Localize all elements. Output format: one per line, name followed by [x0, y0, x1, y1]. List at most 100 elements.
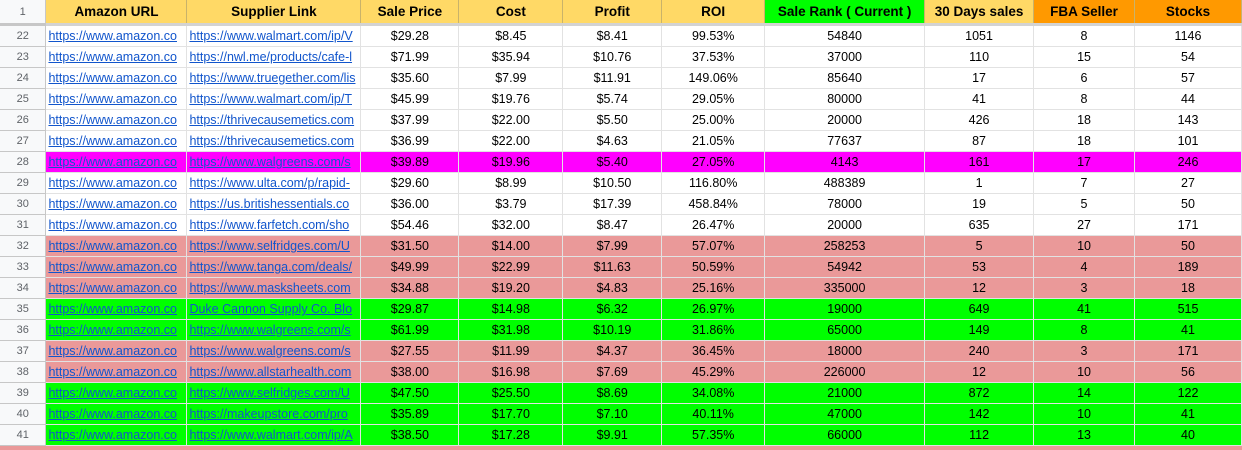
supplier-link-cell[interactable]: https://www.tanga.com/deals/	[186, 256, 362, 278]
amazon-url-cell[interactable]: https://www.amazon.co	[45, 67, 188, 89]
days-sales-cell[interactable]: 426	[924, 109, 1035, 131]
supplier-link-cell[interactable]: https://www.walmart.com/ip/T	[186, 88, 362, 110]
fba-seller-cell[interactable]: 10	[1033, 235, 1135, 257]
amazon-url-cell[interactable]: https://www.amazon.co	[45, 130, 188, 152]
row-number[interactable]: 37	[0, 340, 47, 362]
supplier-link-cell[interactable]: https://www.walmart.com/ip/V	[186, 24, 362, 47]
roi-cell[interactable]: 458.84%	[661, 193, 766, 215]
cost-cell[interactable]: $22.00	[458, 130, 564, 152]
row-number-header[interactable]: 1	[0, 0, 47, 26]
profit-cell[interactable]: $8.69	[562, 382, 663, 404]
supplier-link-cell[interactable]: Duke Cannon Supply Co. Blo	[186, 298, 362, 320]
amazon-url-cell[interactable]: https://www.amazon.co	[45, 24, 188, 47]
sale-rank-cell[interactable]: 65000	[764, 319, 926, 341]
days-sales-cell[interactable]: 635	[924, 214, 1035, 236]
header-stocks[interactable]: Stocks	[1134, 0, 1242, 26]
days-sales-cell[interactable]: 53	[924, 256, 1035, 278]
row-number[interactable]: 35	[0, 298, 47, 320]
row-number[interactable]: 40	[0, 403, 47, 425]
fba-seller-cell[interactable]: 27	[1033, 214, 1135, 236]
sale-price-cell[interactable]: $36.99	[360, 130, 460, 152]
sale-price-cell[interactable]: $29.60	[360, 172, 460, 194]
fba-seller-cell[interactable]: 7	[1033, 172, 1135, 194]
row-number[interactable]: 38	[0, 361, 47, 383]
sale-price-cell[interactable]: $31.50	[360, 235, 460, 257]
fba-seller-cell[interactable]: 15	[1033, 46, 1135, 68]
header-amazon-url[interactable]: Amazon URL	[45, 0, 188, 26]
sale-rank-cell[interactable]: 85640	[764, 67, 926, 89]
fba-seller-cell[interactable]: 13	[1033, 424, 1135, 446]
sale-rank-cell[interactable]: 4143	[764, 151, 926, 173]
roi-cell[interactable]: 31.86%	[661, 319, 766, 341]
cost-cell[interactable]: $14.00	[458, 235, 564, 257]
sale-price-cell[interactable]: $49.99	[360, 256, 460, 278]
supplier-link-cell[interactable]: https://www.walmart.com/ip/A	[186, 424, 362, 446]
sale-price-cell[interactable]: $45.99	[360, 88, 460, 110]
header-cost[interactable]: Cost	[458, 0, 564, 26]
days-sales-cell[interactable]: 649	[924, 298, 1035, 320]
roi-cell[interactable]: 27.05%	[661, 151, 766, 173]
header-supplier-link[interactable]: Supplier Link	[186, 0, 362, 26]
fba-seller-cell[interactable]: 18	[1033, 109, 1135, 131]
cost-cell[interactable]: $8.45	[458, 24, 564, 47]
amazon-url-cell[interactable]: https://www.amazon.co	[45, 403, 188, 425]
fba-seller-cell[interactable]: 18	[1033, 130, 1135, 152]
stocks-cell[interactable]: 57	[1134, 67, 1242, 89]
supplier-link-cell[interactable]: https://us.britishessentials.co	[186, 193, 362, 215]
supplier-link-cell[interactable]: https://www.masksheets.com	[186, 277, 362, 299]
row-number[interactable]: 23	[0, 46, 47, 68]
profit-cell[interactable]: $5.40	[562, 151, 663, 173]
profit-cell[interactable]: $11.91	[562, 67, 663, 89]
stocks-cell[interactable]: 50	[1134, 235, 1242, 257]
stocks-cell[interactable]: 246	[1134, 151, 1242, 173]
row-number[interactable]: 25	[0, 88, 47, 110]
roi-cell[interactable]: 57.07%	[661, 235, 766, 257]
cost-cell[interactable]: $3.79	[458, 193, 564, 215]
supplier-link-cell[interactable]: https://www.truegether.com/lis	[186, 67, 362, 89]
days-sales-cell[interactable]: 12	[924, 277, 1035, 299]
stocks-cell[interactable]: 18	[1134, 277, 1242, 299]
sale-price-cell[interactable]: $38.50	[360, 424, 460, 446]
fba-seller-cell[interactable]: 8	[1033, 319, 1135, 341]
sale-rank-cell[interactable]: 78000	[764, 193, 926, 215]
roi-cell[interactable]: 25.16%	[661, 277, 766, 299]
fba-seller-cell[interactable]: 10	[1033, 361, 1135, 383]
stocks-cell[interactable]: 515	[1134, 298, 1242, 320]
fba-seller-cell[interactable]: 5	[1033, 193, 1135, 215]
sale-price-cell[interactable]: $36.00	[360, 193, 460, 215]
profit-cell[interactable]: $6.32	[562, 298, 663, 320]
supplier-link-cell[interactable]: https://www.allstarhealth.com	[186, 361, 362, 383]
roi-cell[interactable]: 26.47%	[661, 214, 766, 236]
roi-cell[interactable]: 36.45%	[661, 340, 766, 362]
amazon-url-cell[interactable]: https://www.amazon.co	[45, 235, 188, 257]
stocks-cell[interactable]: 171	[1134, 214, 1242, 236]
sale-rank-cell[interactable]: 80000	[764, 88, 926, 110]
sale-rank-cell[interactable]: 66000	[764, 424, 926, 446]
stocks-cell[interactable]: 171	[1134, 340, 1242, 362]
cost-cell[interactable]: $31.98	[458, 319, 564, 341]
profit-cell[interactable]: $4.83	[562, 277, 663, 299]
row-number[interactable]: 39	[0, 382, 47, 404]
roi-cell[interactable]: 116.80%	[661, 172, 766, 194]
supplier-link-cell[interactable]: https://www.selfridges.com/U	[186, 235, 362, 257]
days-sales-cell[interactable]: 12	[924, 361, 1035, 383]
cost-cell[interactable]: $19.76	[458, 88, 564, 110]
amazon-url-cell[interactable]: https://www.amazon.co	[45, 319, 188, 341]
sale-price-cell[interactable]: $34.88	[360, 277, 460, 299]
profit-cell[interactable]: $9.91	[562, 424, 663, 446]
header-30-days-sales[interactable]: 30 Days sales	[924, 0, 1035, 26]
sale-rank-cell[interactable]: 19000	[764, 298, 926, 320]
profit-cell[interactable]: $4.37	[562, 340, 663, 362]
sale-rank-cell[interactable]: 488389	[764, 172, 926, 194]
stocks-cell[interactable]: 44	[1134, 88, 1242, 110]
days-sales-cell[interactable]: 5	[924, 235, 1035, 257]
cost-cell[interactable]: $32.00	[458, 214, 564, 236]
row-number[interactable]: 31	[0, 214, 47, 236]
supplier-link-cell[interactable]: https://thrivecausemetics.com	[186, 109, 362, 131]
cost-cell[interactable]: $22.00	[458, 109, 564, 131]
header-sale-rank[interactable]: Sale Rank ( Current )	[764, 0, 926, 26]
cost-cell[interactable]: $11.99	[458, 340, 564, 362]
stocks-cell[interactable]: 27	[1134, 172, 1242, 194]
header-profit[interactable]: Profit	[562, 0, 663, 26]
sale-price-cell[interactable]: $35.60	[360, 67, 460, 89]
